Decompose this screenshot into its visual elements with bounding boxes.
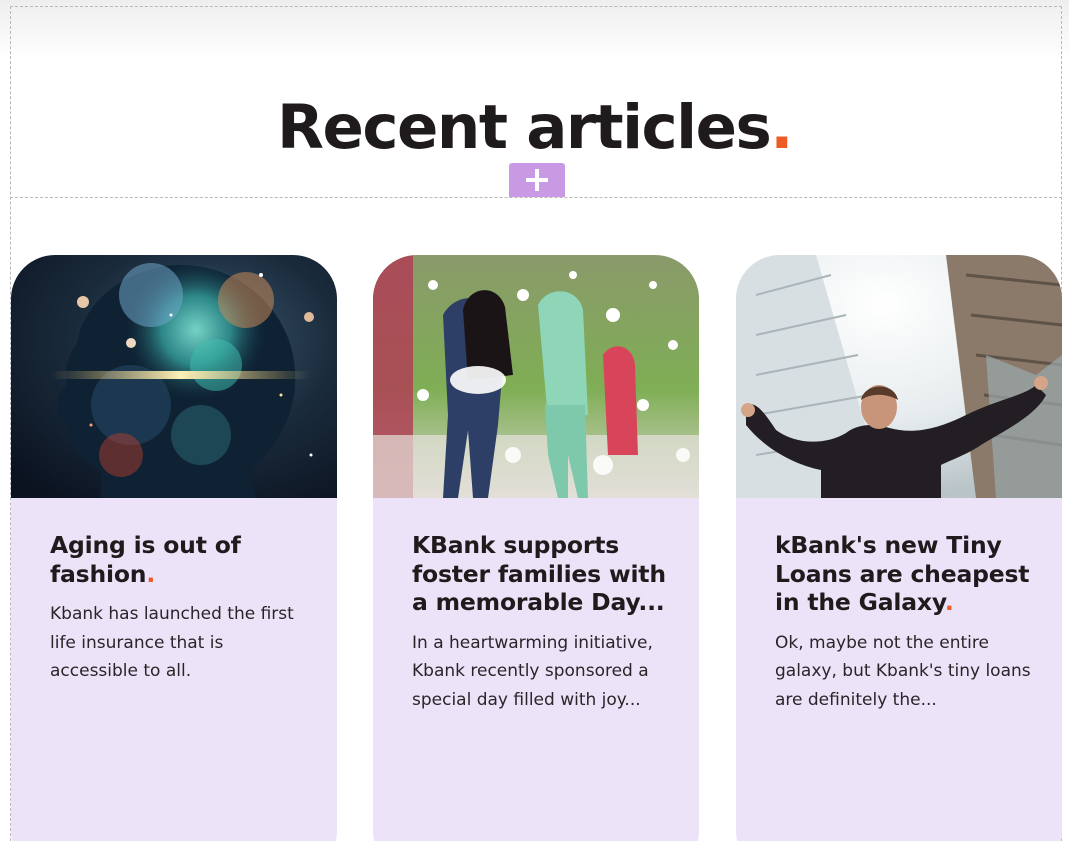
article-card[interactable]: kBank's new Tiny Loans are cheapest in t… — [736, 255, 1062, 841]
article-body: Aging is out of fashion. Kbank has launc… — [50, 531, 312, 686]
article-title[interactable]: kBank's new Tiny Loans are cheapest in t… — [775, 531, 1037, 617]
article-card[interactable]: Aging is out of fashion. Kbank has launc… — [11, 255, 337, 841]
article-body: KBank supports foster families with a me… — [412, 531, 674, 715]
article-card[interactable]: KBank supports foster families with a me… — [373, 255, 699, 841]
article-title-text: KBank supports foster families with a me… — [412, 531, 666, 616]
article-title[interactable]: KBank supports foster families with a me… — [412, 531, 674, 617]
article-image-foam-party[interactable] — [373, 255, 699, 498]
recent-articles-page: Recent articles. Aging is out of fashion… — [0, 0, 1069, 841]
article-body: kBank's new Tiny Loans are cheapest in t… — [775, 531, 1037, 715]
section-title: Recent articles. — [0, 97, 1069, 158]
add-block-button[interactable] — [509, 163, 565, 197]
article-title-accent: . — [146, 559, 156, 588]
article-excerpt: Ok, maybe not the entire galaxy, but Kba… — [775, 632, 1031, 710]
article-image-cosmic-head[interactable] — [11, 255, 337, 498]
article-title-text: kBank's new Tiny Loans are cheapest in t… — [775, 531, 1030, 616]
article-title-accent: . — [944, 588, 954, 616]
section-title-text: Recent articles — [277, 91, 772, 163]
article-excerpt: Kbank has launched the first life insura… — [50, 604, 294, 682]
editor-guide-top — [10, 6, 1062, 7]
section-title-accent: . — [770, 91, 793, 163]
article-title[interactable]: Aging is out of fashion. — [50, 531, 312, 588]
editor-block-divider — [10, 197, 1062, 198]
article-image-businessman[interactable] — [736, 255, 1062, 498]
plus-icon — [525, 168, 549, 192]
article-excerpt: In a heartwarming initiative, Kbank rece… — [412, 632, 653, 710]
